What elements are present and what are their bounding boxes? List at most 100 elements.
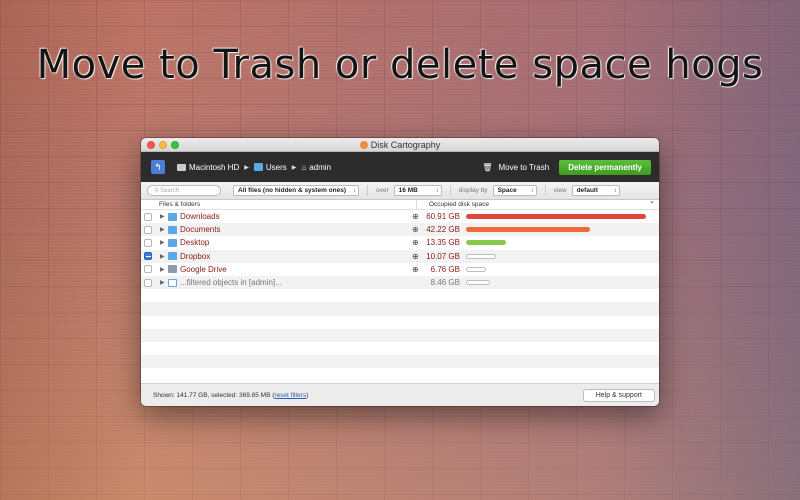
trash-icon: 🗑 bbox=[482, 162, 493, 172]
row-checkbox[interactable] bbox=[144, 238, 152, 247]
expand-triangle-icon[interactable]: ▶ bbox=[160, 213, 168, 220]
title-bar: Disk Cartography bbox=[141, 138, 659, 152]
folder-icon bbox=[168, 238, 177, 247]
status-close-paren: ) bbox=[306, 391, 309, 399]
row-size: 6.76 GB bbox=[430, 264, 460, 274]
app-icon bbox=[359, 141, 368, 149]
app-window: Disk Cartography ↰ Macintosh HD ▶ Users … bbox=[141, 138, 659, 406]
minimize-window-button[interactable] bbox=[159, 141, 167, 149]
row-name: Dropbox bbox=[180, 251, 211, 261]
back-arrow-icon: ↰ bbox=[154, 161, 162, 172]
size-bar bbox=[466, 280, 490, 286]
row-checkbox[interactable] bbox=[144, 278, 152, 287]
table-row[interactable]: ▶ Google Drive ⊕ 6.76 GB bbox=[141, 263, 659, 276]
breadcrumb-macintosh-hd[interactable]: Macintosh HD bbox=[177, 163, 239, 172]
row-checkbox[interactable] bbox=[144, 225, 152, 234]
window-title: Disk Cartography bbox=[370, 140, 441, 150]
breadcrumb-label: Macintosh HD bbox=[189, 162, 240, 172]
breadcrumb-separator-icon: ▶ bbox=[244, 164, 249, 171]
delete-permanently-button[interactable]: Delete permanently bbox=[559, 159, 651, 175]
row-size: 60.91 GB bbox=[426, 212, 460, 222]
table-row[interactable]: ▶ ...filtered objects in [admin]... 8.46 G… bbox=[141, 275, 659, 290]
folder-icon bbox=[168, 225, 177, 234]
empty-row bbox=[141, 368, 659, 381]
divider bbox=[449, 185, 451, 196]
breadcrumb-admin[interactable]: ⌂ admin bbox=[301, 163, 331, 172]
table-row[interactable]: ▶ Desktop ⊕ 13.35 GB bbox=[141, 236, 659, 249]
table-row[interactable]: ▶ Documents ⊕ 42.22 GB bbox=[141, 223, 659, 237]
size-bar bbox=[466, 214, 646, 220]
empty-row bbox=[141, 289, 659, 302]
column-headers: Files & folders Occupied disk space bbox=[141, 197, 659, 210]
table-row[interactable]: ▶ Downloads ⊕ 60.91 GB bbox=[141, 210, 659, 223]
row-size: 42.22 GB bbox=[426, 225, 460, 235]
row-name: Documents bbox=[180, 225, 221, 235]
folder-icon bbox=[168, 212, 177, 221]
divider bbox=[544, 185, 546, 196]
reveal-target-icon[interactable]: ⊕ bbox=[412, 225, 422, 234]
status-bar: Shown: 141.77 GB, selected: 369.85 MB (r… bbox=[141, 383, 659, 406]
row-name: Desktop bbox=[180, 238, 210, 248]
drive-icon bbox=[168, 265, 177, 274]
display-by-label: display by bbox=[458, 187, 488, 194]
empty-row bbox=[141, 302, 659, 316]
filter-bar: ⚲ Search All files (no hidden & system o… bbox=[141, 182, 659, 200]
reveal-target-icon[interactable]: ⊕ bbox=[412, 212, 422, 221]
close-window-button[interactable] bbox=[147, 141, 155, 149]
row-name: ...filtered objects in [admin]... bbox=[180, 278, 282, 288]
headline: Move to Trash or delete space hogs bbox=[36, 42, 764, 88]
empty-row bbox=[141, 316, 659, 329]
search-input[interactable]: ⚲ Search bbox=[147, 185, 221, 196]
expand-triangle-icon[interactable]: ▶ bbox=[160, 253, 168, 260]
breadcrumb-separator-icon: ▶ bbox=[291, 164, 297, 171]
empty-row bbox=[141, 328, 659, 342]
zoom-window-button[interactable] bbox=[171, 141, 179, 149]
hard-disk-icon bbox=[177, 163, 186, 171]
breadcrumb-label: Users bbox=[265, 162, 287, 172]
divider bbox=[367, 185, 368, 196]
move-to-trash-button[interactable]: 🗑 Move to Trash bbox=[482, 163, 549, 172]
help-support-button[interactable]: Help & support bbox=[582, 388, 655, 402]
reveal-target-icon[interactable]: ⊕ bbox=[412, 238, 422, 247]
filter-icon bbox=[168, 278, 177, 287]
toolbar: ↰ Macintosh HD ▶ Users ▶ ⌂ admin 🗑 Move … bbox=[141, 152, 659, 182]
row-size: 10.07 GB bbox=[426, 251, 460, 261]
row-checkbox[interactable] bbox=[144, 212, 152, 221]
expand-triangle-icon[interactable]: ▶ bbox=[160, 266, 168, 273]
status-text: Shown: 141.77 GB, selected: 369.85 MB ( bbox=[153, 391, 275, 399]
view-select[interactable]: default bbox=[571, 185, 620, 196]
row-checkbox[interactable] bbox=[144, 252, 152, 261]
back-button[interactable]: ↰ bbox=[151, 160, 165, 174]
move-to-trash-label: Move to Trash bbox=[498, 162, 550, 172]
row-size: 13.35 GB bbox=[426, 238, 460, 248]
folder-icon bbox=[253, 163, 263, 171]
expand-triangle-icon[interactable]: ▶ bbox=[160, 239, 168, 246]
row-size: 8.46 GB bbox=[430, 278, 460, 288]
empty-row bbox=[141, 342, 659, 355]
expand-triangle-icon[interactable]: ▶ bbox=[160, 279, 168, 286]
reveal-target-icon[interactable]: ⊕ bbox=[412, 252, 422, 261]
size-bar bbox=[466, 266, 486, 272]
size-bar bbox=[466, 253, 496, 259]
file-filter-select[interactable]: All files (no hidden & system ones) bbox=[233, 185, 359, 196]
size-threshold-select[interactable]: 16 MB bbox=[393, 185, 442, 196]
reveal-target-icon[interactable]: ⊕ bbox=[412, 265, 422, 274]
empty-row bbox=[141, 355, 659, 369]
search-placeholder: Search bbox=[160, 188, 180, 194]
breadcrumb-users[interactable]: Users bbox=[253, 162, 287, 172]
row-checkbox[interactable] bbox=[144, 265, 152, 274]
size-bar bbox=[466, 227, 590, 233]
home-icon: ⌂ bbox=[301, 162, 307, 172]
display-by-select[interactable]: Space bbox=[492, 185, 537, 196]
file-list: ▶ Downloads ⊕ 60.91 GB ▶ Documents ⊕ 42.22 GB ▶ D… bbox=[141, 210, 659, 381]
files-column-header[interactable]: Files & folders bbox=[141, 200, 416, 209]
size-bar bbox=[466, 240, 506, 246]
expand-triangle-icon[interactable]: ▶ bbox=[160, 226, 168, 233]
folder-icon bbox=[168, 252, 177, 261]
table-row[interactable]: ▶ Dropbox ⊕ 10.07 GB bbox=[141, 249, 659, 263]
breadcrumb-label: admin bbox=[309, 162, 332, 172]
reset-filters-link[interactable]: reset filters bbox=[274, 392, 306, 399]
over-label: over bbox=[376, 187, 389, 194]
occupied-column-header[interactable]: Occupied disk space bbox=[416, 197, 659, 209]
window-controls bbox=[147, 141, 179, 149]
